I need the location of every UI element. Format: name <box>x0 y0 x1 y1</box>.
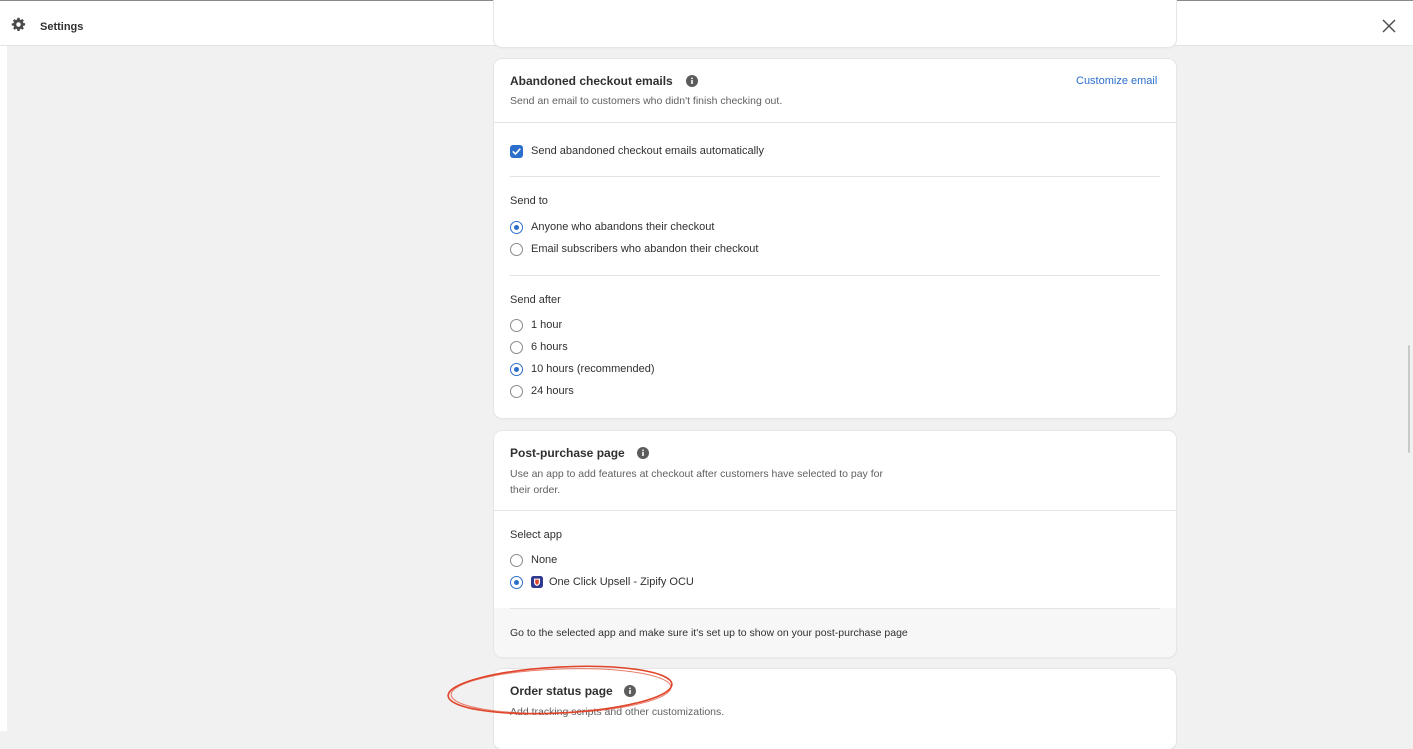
order-status-subtitle: Add tracking scripts and other customiza… <box>510 706 725 718</box>
option-label: 24 hours <box>531 385 574 397</box>
page-title: Settings <box>40 21 84 33</box>
order-status-card: Order status page Add tracking scripts a… <box>494 669 1176 749</box>
radio-button[interactable] <box>510 384 523 398</box>
checkmark-icon <box>512 147 521 155</box>
previous-card <box>494 0 1176 47</box>
auto-send-checkbox[interactable] <box>510 144 523 158</box>
info-icon[interactable] <box>624 685 636 697</box>
send-after-label: Send after <box>510 294 561 306</box>
select-app-label: Select app <box>510 529 562 541</box>
post-purchase-card: Post-purchase page Use an app to add fea… <box>494 431 1176 657</box>
divider <box>494 122 1176 123</box>
auto-send-checkbox-row[interactable]: Send abandoned checkout emails automatic… <box>510 143 764 159</box>
post-purchase-footer-text: Go to the selected app and make sure it'… <box>510 627 908 639</box>
option-label: 6 hours <box>531 341 568 353</box>
send-to-label: Send to <box>510 195 548 207</box>
info-icon[interactable] <box>686 75 698 87</box>
send-to-anyone-option[interactable]: Anyone who abandons their checkout <box>510 219 714 235</box>
send-after-1-hour-option[interactable]: 1 hour <box>510 317 562 333</box>
post-purchase-card-title: Post-purchase page <box>510 446 625 460</box>
radio-button[interactable] <box>510 220 523 234</box>
option-label: 1 hour <box>531 319 563 331</box>
info-icon[interactable] <box>637 447 649 459</box>
radio-button[interactable] <box>510 340 523 354</box>
auto-send-label: Send abandoned checkout emails automatic… <box>531 145 764 157</box>
radio-button[interactable] <box>510 575 523 589</box>
radio-button[interactable] <box>510 553 523 567</box>
divider <box>510 608 1160 609</box>
abandoned-card-title: Abandoned checkout emails <box>510 74 673 88</box>
radio-button[interactable] <box>510 242 523 256</box>
option-label: Email subscribers who abandon their chec… <box>531 243 759 255</box>
option-label: Anyone who abandons their checkout <box>531 221 715 233</box>
post-purchase-footer: Go to the selected app and make sure it'… <box>494 608 1176 657</box>
scrollbar[interactable] <box>1408 345 1410 453</box>
send-after-6-hours-option[interactable]: 6 hours <box>510 339 568 355</box>
app-option-none[interactable]: None <box>510 552 557 568</box>
send-after-24-hours-option[interactable]: 24 hours <box>510 383 574 399</box>
app-option-zipify[interactable]: One Click Upsell - Zipify OCU <box>510 574 694 590</box>
abandoned-card-subtitle: Send an email to customers who didn't fi… <box>510 95 783 107</box>
send-after-10-hours-option[interactable]: 10 hours (recommended) <box>510 361 655 377</box>
post-purchase-subtitle-line1: Use an app to add features at checkout a… <box>510 468 883 480</box>
radio-button[interactable] <box>510 318 523 332</box>
zipify-app-icon <box>531 576 543 588</box>
option-label: One Click Upsell - Zipify OCU <box>549 576 694 588</box>
divider <box>510 176 1160 177</box>
customize-email-link[interactable]: Customize email <box>1076 75 1157 87</box>
left-edge-strip <box>0 46 7 731</box>
radio-button[interactable] <box>510 362 523 376</box>
order-status-card-title: Order status page <box>510 684 613 698</box>
divider <box>510 275 1160 276</box>
close-icon[interactable] <box>1381 18 1397 34</box>
post-purchase-subtitle-line2: their order. <box>510 484 561 496</box>
gear-icon <box>11 17 26 31</box>
option-label: None <box>531 554 558 566</box>
send-to-subscribers-option[interactable]: Email subscribers who abandon their chec… <box>510 241 758 257</box>
option-label: 10 hours (recommended) <box>531 363 655 375</box>
divider <box>494 510 1176 511</box>
abandoned-checkout-card: Abandoned checkout emails Customize emai… <box>494 59 1176 418</box>
